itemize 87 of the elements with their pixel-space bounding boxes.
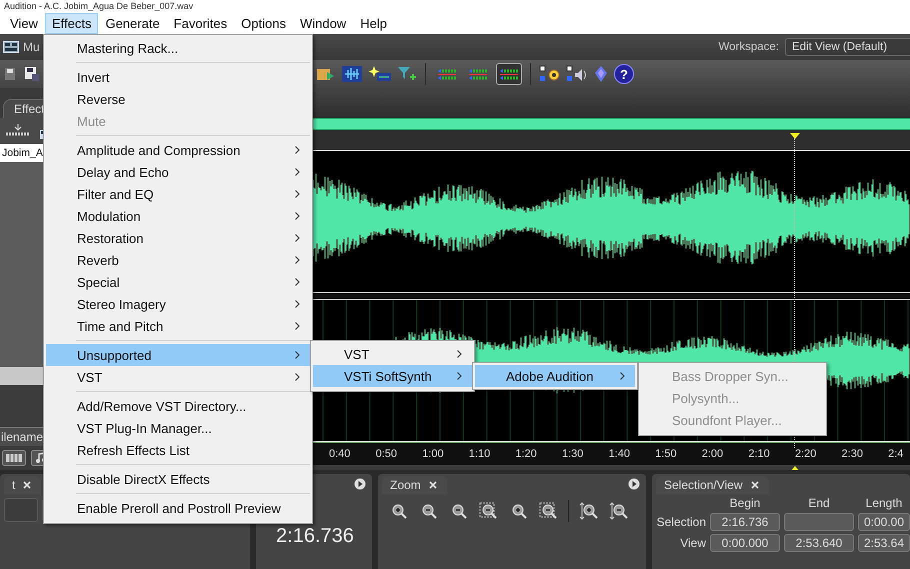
panel-tab[interactable]: Zoom [382, 476, 447, 494]
timeline-label: 1:50 [655, 448, 678, 460]
menu-item[interactable]: Time and Pitch [46, 315, 310, 337]
panel-menu-icon[interactable] [628, 478, 640, 490]
magnifier-icon[interactable] [538, 501, 558, 521]
timeline-label: 2:4 [888, 448, 904, 460]
magnifier-icon[interactable] [609, 501, 630, 521]
tab-label: t [12, 478, 16, 492]
menu-item[interactable]: Options [234, 12, 293, 34]
menu-item[interactable]: Filter and EQ [46, 183, 310, 205]
time-field[interactable]: 2:53.64 [858, 534, 910, 552]
menu-item[interactable]: Window [292, 12, 354, 34]
folder-icon[interactable] [316, 66, 336, 82]
menu-item[interactable]: Refresh Effects List [46, 439, 310, 461]
panel-menu-icon[interactable] [354, 478, 366, 490]
time-field[interactable]: 0:00.000 [710, 534, 780, 552]
timeline-label: 2:30 [842, 448, 864, 460]
speaker-settings-icon[interactable] [566, 65, 588, 83]
time-field[interactable]: 2:16.736 [710, 513, 780, 531]
time-field[interactable]: 0:00.00 [858, 513, 910, 531]
menu-item[interactable]: Enable Preroll and Postroll Preview [46, 497, 310, 519]
menu-item[interactable]: Modulation [46, 205, 310, 227]
filter-icon[interactable] [397, 65, 417, 83]
magnifier-icon[interactable] [579, 501, 600, 521]
timeline-label: 1:40 [608, 448, 631, 460]
menu-item[interactable]: Special [46, 271, 310, 293]
save-as-icon[interactable] [24, 66, 40, 82]
time-display: 2:16.736 [276, 525, 354, 548]
timeline-label: 1:20 [515, 448, 538, 460]
row-label: Selection [656, 515, 706, 529]
file-name[interactable]: Jobim_A [2, 147, 43, 159]
menu-item[interactable]: Stereo Imagery [46, 293, 310, 315]
menu-item[interactable]: Effects [44, 12, 98, 34]
menu-item[interactable]: VST Plug-In Manager... [46, 417, 310, 439]
timeline-label: 1:00 [422, 448, 445, 460]
menu-item[interactable]: Amplitude and Compression [46, 139, 310, 161]
column-header: Begin [728, 496, 762, 510]
sparkle-waveform-icon[interactable] [368, 65, 392, 83]
close-icon[interactable] [23, 481, 32, 489]
gear-settings-icon[interactable] [539, 65, 561, 83]
panel-tab[interactable]: Selection/View [656, 476, 768, 494]
timeline-label: 1:10 [468, 448, 492, 460]
menu-item[interactable]: View [3, 12, 45, 34]
menu-item[interactable]: VSTi SoftSynth [313, 365, 472, 387]
menu-item[interactable]: Add/Remove VST Directory... [46, 395, 310, 417]
menu-item[interactable]: Favorites [166, 12, 234, 34]
menu-item[interactable]: Mastering Rack... [46, 37, 310, 59]
panel-label: Mu [23, 40, 40, 54]
menu-item[interactable]: Adobe Audition [475, 365, 635, 387]
window-title: Audition - A.C. Jobim_Agua De Beber_007.wav [4, 1, 194, 11]
timeline-label: 2:20 [794, 448, 818, 460]
panel-tab[interactable]: t [4, 476, 42, 494]
menu-item[interactable]: Unsupported [46, 344, 310, 366]
menu-item[interactable]: VST [313, 343, 472, 365]
menu-item[interactable]: Help [353, 12, 394, 34]
timeline-label: 0:50 [376, 448, 398, 460]
tab-label: Zoom [390, 478, 421, 492]
workspace-dropdown[interactable]: Edit View (Default) [785, 38, 910, 56]
workspace-label: Workspace: [718, 41, 779, 53]
playhead-marker-icon[interactable] [790, 133, 800, 139]
film-icon[interactable] [2, 450, 26, 466]
menu-item[interactable]: Delay and Echo [46, 161, 310, 183]
menu-item[interactable]: Disable DirectX Effects [46, 468, 310, 490]
tab-label: Selection/View [664, 478, 742, 492]
timeline-label: 2:00 [702, 448, 724, 460]
close-icon[interactable] [750, 481, 758, 489]
row-label: View [679, 536, 706, 550]
waveform-icon[interactable] [341, 65, 363, 83]
magnifier-icon[interactable] [478, 501, 498, 521]
menu-item[interactable]: Invert [46, 66, 310, 88]
column-header: Length [864, 496, 904, 510]
menu-item[interactable]: Generate [98, 12, 167, 34]
diamond-icon[interactable] [593, 65, 609, 83]
column-header: End [807, 496, 831, 510]
panel-grid-icon [3, 41, 19, 53]
timeline-label: 0:40 [329, 448, 352, 460]
menu-item[interactable]: Restoration [46, 227, 310, 249]
menu-item[interactable]: Reverb [46, 249, 310, 271]
timeline-label: 1:30 [562, 448, 584, 460]
close-icon[interactable] [428, 481, 437, 489]
mix-toggle-button[interactable] [496, 63, 522, 85]
help-icon[interactable]: ? [614, 64, 634, 84]
menu-item[interactable]: VST [46, 366, 310, 388]
timeline-label: 2:10 [748, 448, 771, 460]
time-field[interactable]: 2:53.640 [784, 534, 854, 552]
column-header[interactable]: ilename [0, 430, 44, 444]
time-field[interactable] [784, 513, 854, 531]
